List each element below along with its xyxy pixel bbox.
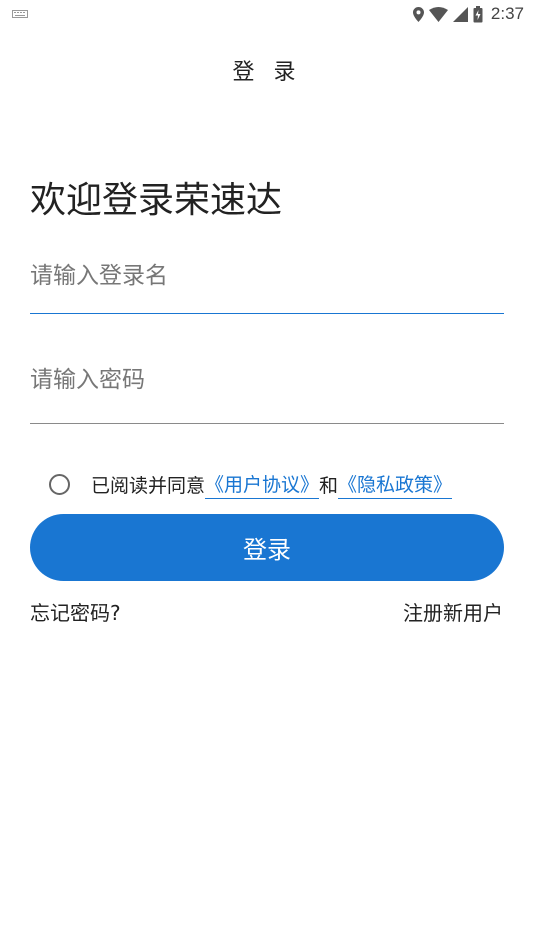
password-input[interactable] — [30, 360, 504, 400]
location-icon — [412, 6, 424, 22]
username-underline — [30, 313, 504, 314]
password-underline — [30, 423, 504, 424]
username-input[interactable] — [30, 256, 504, 296]
forgot-password-link[interactable]: 忘记密码? — [30, 597, 121, 626]
status-time: 2:37 — [490, 4, 524, 23]
username-field — [30, 256, 504, 314]
wifi-icon — [428, 6, 448, 22]
register-link[interactable]: 注册新用户 — [403, 597, 503, 626]
user-agreement-link[interactable]: 《用户协议》 — [205, 470, 320, 499]
signal-icon — [452, 6, 468, 22]
privacy-policy-link[interactable]: 《隐私政策》 — [338, 470, 453, 499]
login-button[interactable]: 登录 — [30, 514, 504, 581]
page-title: 登 录 — [232, 60, 302, 85]
agreement-row: 已阅读并同意 《用户协议》 和 《隐私政策》 — [49, 470, 453, 499]
agreement-prefix: 已阅读并同意 — [91, 475, 206, 497]
keyboard-icon — [12, 10, 28, 18]
agreement-radio[interactable] — [49, 474, 70, 495]
battery-icon — [473, 5, 483, 22]
agreement-conjunction: 和 — [319, 475, 339, 497]
status-bar: 2:37 — [0, 0, 534, 28]
welcome-heading: 欢迎登录荣速达 — [30, 180, 283, 222]
password-field — [30, 360, 504, 424]
